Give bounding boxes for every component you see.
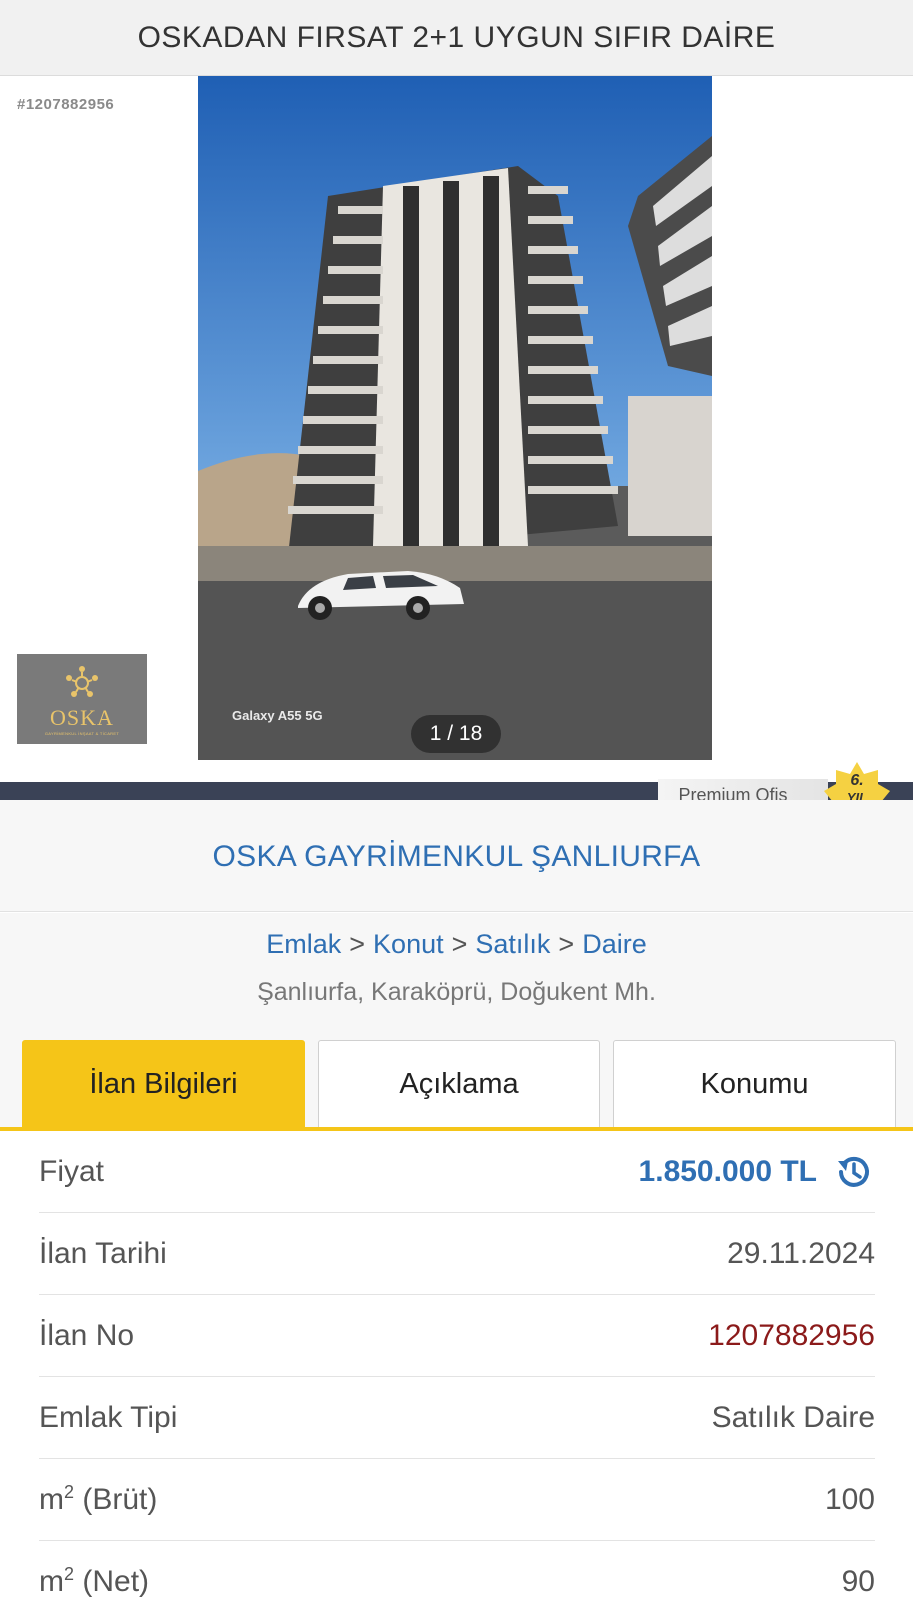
logo-text: OSKA [50,704,114,730]
tab-ilan-bilgileri[interactable]: İlan Bilgileri [22,1040,305,1129]
camera-label: Galaxy A55 5G [232,708,323,723]
photo-counter: 1 / 18 [411,715,501,753]
breadcrumb-separator: > [558,929,575,959]
date-label: İlan Tarihi [39,1236,167,1270]
net-area-label: m2 (Net) [39,1564,150,1598]
listing-id: #1207882956 [17,96,115,113]
tab-konumu[interactable]: Konumu [613,1040,896,1129]
info-row-gross-area: m2 (Brüt) 100 [39,1459,875,1541]
type-label: Emlak Tipi [39,1400,178,1434]
info-row-price: Fiyat 1.850.000 TL [39,1131,875,1213]
breadcrumb-satilik[interactable]: Satılık [475,929,550,959]
listing-no-label: İlan No [39,1318,135,1352]
breadcrumb: Emlak > Konut > Satılık > Daire [0,929,913,960]
net-area-value: 90 [841,1564,875,1598]
info-row-listing-no: İlan No 1207882956 [39,1295,875,1377]
type-value: Satılık Daire [711,1400,875,1434]
store-name-link[interactable]: OSKA GAYRİMENKUL ŞANLIURFA [0,840,913,874]
listing-info-table: Fiyat 1.850.000 TL İlan Tarihi 29.11.202… [39,1131,875,1600]
date-value: 29.11.2024 [727,1236,875,1270]
logo-emblem-icon [66,665,98,697]
info-row-net-area: m2 (Net) 90 [39,1541,875,1600]
price-history-icon[interactable] [831,1150,875,1194]
photo-gallery: #1207882956 OSKA GAYRİMENKUL İNŞAAT & Tİ… [0,76,913,782]
gross-area-value: 100 [824,1482,875,1516]
listing-location: Şanlıurfa, Karaköprü, Doğukent Mh. [257,978,656,1006]
tab-aciklama[interactable]: Açıklama [318,1040,600,1129]
price-label: Fiyat [39,1154,105,1188]
breadcrumb-konut[interactable]: Konut [373,929,444,959]
listing-photo[interactable] [198,76,712,760]
breadcrumb-separator: > [451,929,468,959]
logo-subtext: GAYRİMENKUL İNŞAAT & TİCARET [44,730,120,736]
agency-logo[interactable]: OSKA GAYRİMENKUL İNŞAAT & TİCARET [17,654,147,744]
price-value: 1.850.000 TL [639,1150,875,1194]
page-title: OSKADAN FIRSAT 2+1 UYGUN SIFIR DAİRE [0,0,913,76]
info-row-type: Emlak Tipi Satılık Daire [39,1377,875,1459]
breadcrumb-emlak[interactable]: Emlak [266,929,341,959]
breadcrumb-daire[interactable]: Daire [582,929,647,959]
gross-area-label: m2 (Brüt) [39,1482,158,1516]
breadcrumb-separator: > [349,929,366,959]
store-section: OSKA GAYRİMENKUL ŞANLIURFA [0,800,913,912]
info-row-date: İlan Tarihi 29.11.2024 [39,1213,875,1295]
listing-no-value: 1207882956 [708,1318,875,1352]
